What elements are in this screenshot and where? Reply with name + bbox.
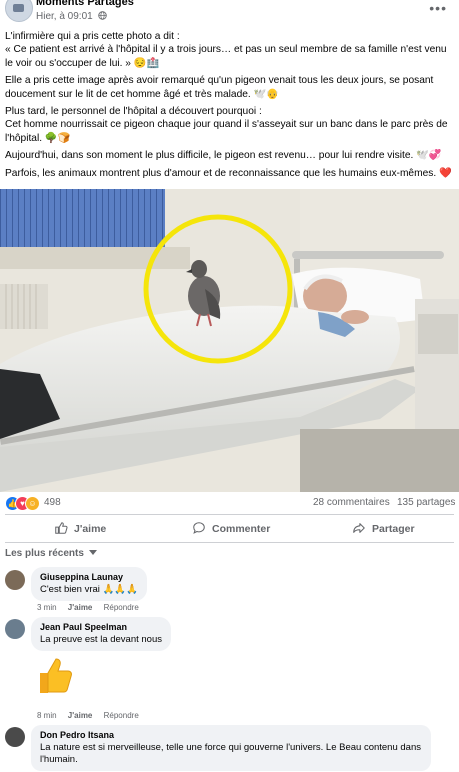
post-header: Moments Partagés Hier, à 09:01 ••• — [0, 0, 459, 26]
comment-time[interactable]: 8 min — [37, 711, 57, 720]
share-label: Partager — [372, 523, 415, 535]
comment-label: Commenter — [212, 523, 271, 535]
comment-reply-link[interactable]: Répondre — [104, 603, 139, 612]
post-paragraph: Aujourd'hui, dans son moment le plus dif… — [5, 150, 442, 162]
commenter-avatar[interactable] — [5, 727, 25, 747]
comments-count[interactable]: 28 commentaires — [313, 497, 390, 508]
like-label: J'aime — [74, 523, 107, 535]
hospital-pigeon-photo — [0, 189, 459, 492]
divider — [5, 514, 454, 515]
post-paragraph: Cet homme nourrissait ce pigeon chaque j… — [5, 119, 448, 144]
comment-bubble: Giuseppina Launay C'est bien vrai 🙏🙏🙏 — [31, 567, 148, 601]
like-button[interactable]: J'aime — [54, 521, 106, 537]
comment-like-link[interactable]: J'aime — [68, 603, 93, 612]
comment-bubble: Jean Paul Speelman La preuve est la deva… — [31, 617, 172, 651]
post-photo[interactable] — [0, 189, 459, 492]
post-paragraph: « Ce patient est arrivé à l'hôpital il y… — [5, 44, 447, 69]
commenter-avatar[interactable] — [5, 619, 25, 639]
page-name[interactable]: Moments Partagés — [36, 0, 134, 8]
post-paragraph: Plus tard, le personnel de l'hôpital a d… — [5, 106, 262, 118]
comment-reply-link[interactable]: Répondre — [104, 711, 139, 720]
commenter-name[interactable]: Jean Paul Speelman — [40, 622, 162, 632]
care-reaction-icon: ☺ — [25, 496, 40, 511]
post-timestamp[interactable]: Hier, à 09:01 — [36, 11, 93, 22]
share-arrow-icon — [352, 521, 366, 538]
comment-text: La preuve est la devant nous — [40, 634, 163, 645]
comment-text: C'est bien vrai 🙏🙏🙏 — [40, 584, 139, 595]
commenter-name[interactable]: Giuseppina Launay — [40, 572, 138, 582]
page-avatar[interactable] — [5, 0, 33, 22]
comment-meta: 8 min J'aime Répondre — [37, 711, 148, 720]
comment-bubble: Don Pedro Itsana La nature est si mervei… — [31, 725, 431, 771]
globe-icon — [96, 11, 107, 22]
divider — [5, 542, 454, 543]
reaction-count[interactable]: 498 — [44, 497, 61, 508]
post-paragraph: L'infirmière qui a pris cette photo a di… — [5, 31, 180, 42]
comment-like-link[interactable]: J'aime — [68, 711, 93, 720]
chevron-down-icon — [87, 548, 97, 559]
comment-text: La nature est si merveilleuse, telle une… — [40, 742, 421, 765]
post-paragraph: Elle a pris cette image après avoir rema… — [5, 75, 434, 100]
comment-time[interactable]: 3 min — [37, 603, 57, 612]
post-stats: 👍 ♥ ☺ 498 28 commentaires 135 partages — [0, 495, 459, 513]
comment-button[interactable]: Commenter — [192, 521, 270, 537]
shares-count[interactable]: 135 partages — [397, 497, 455, 508]
post-paragraph: Parfois, les animaux montrent plus d'amo… — [5, 167, 452, 179]
post-meta: Hier, à 09:01 — [36, 11, 107, 22]
thumbs-up-sticker-icon — [34, 655, 74, 702]
commenter-avatar[interactable] — [5, 570, 25, 590]
comment-sort-dropdown[interactable]: Les plus récents — [5, 548, 97, 559]
commenter-name[interactable]: Don Pedro Itsana — [40, 730, 422, 740]
share-button[interactable]: Partager — [352, 521, 415, 537]
sort-label: Les plus récents — [5, 548, 84, 559]
post-text: L'infirmière qui a pris cette photo a di… — [5, 30, 453, 184]
more-options-button[interactable]: ••• — [429, 0, 447, 16]
post-actions: J'aime Commenter Partager — [0, 516, 459, 542]
comment-bubble-icon — [192, 521, 206, 538]
thumbs-up-icon — [54, 521, 68, 538]
comment-meta: 3 min J'aime Répondre — [37, 603, 148, 612]
